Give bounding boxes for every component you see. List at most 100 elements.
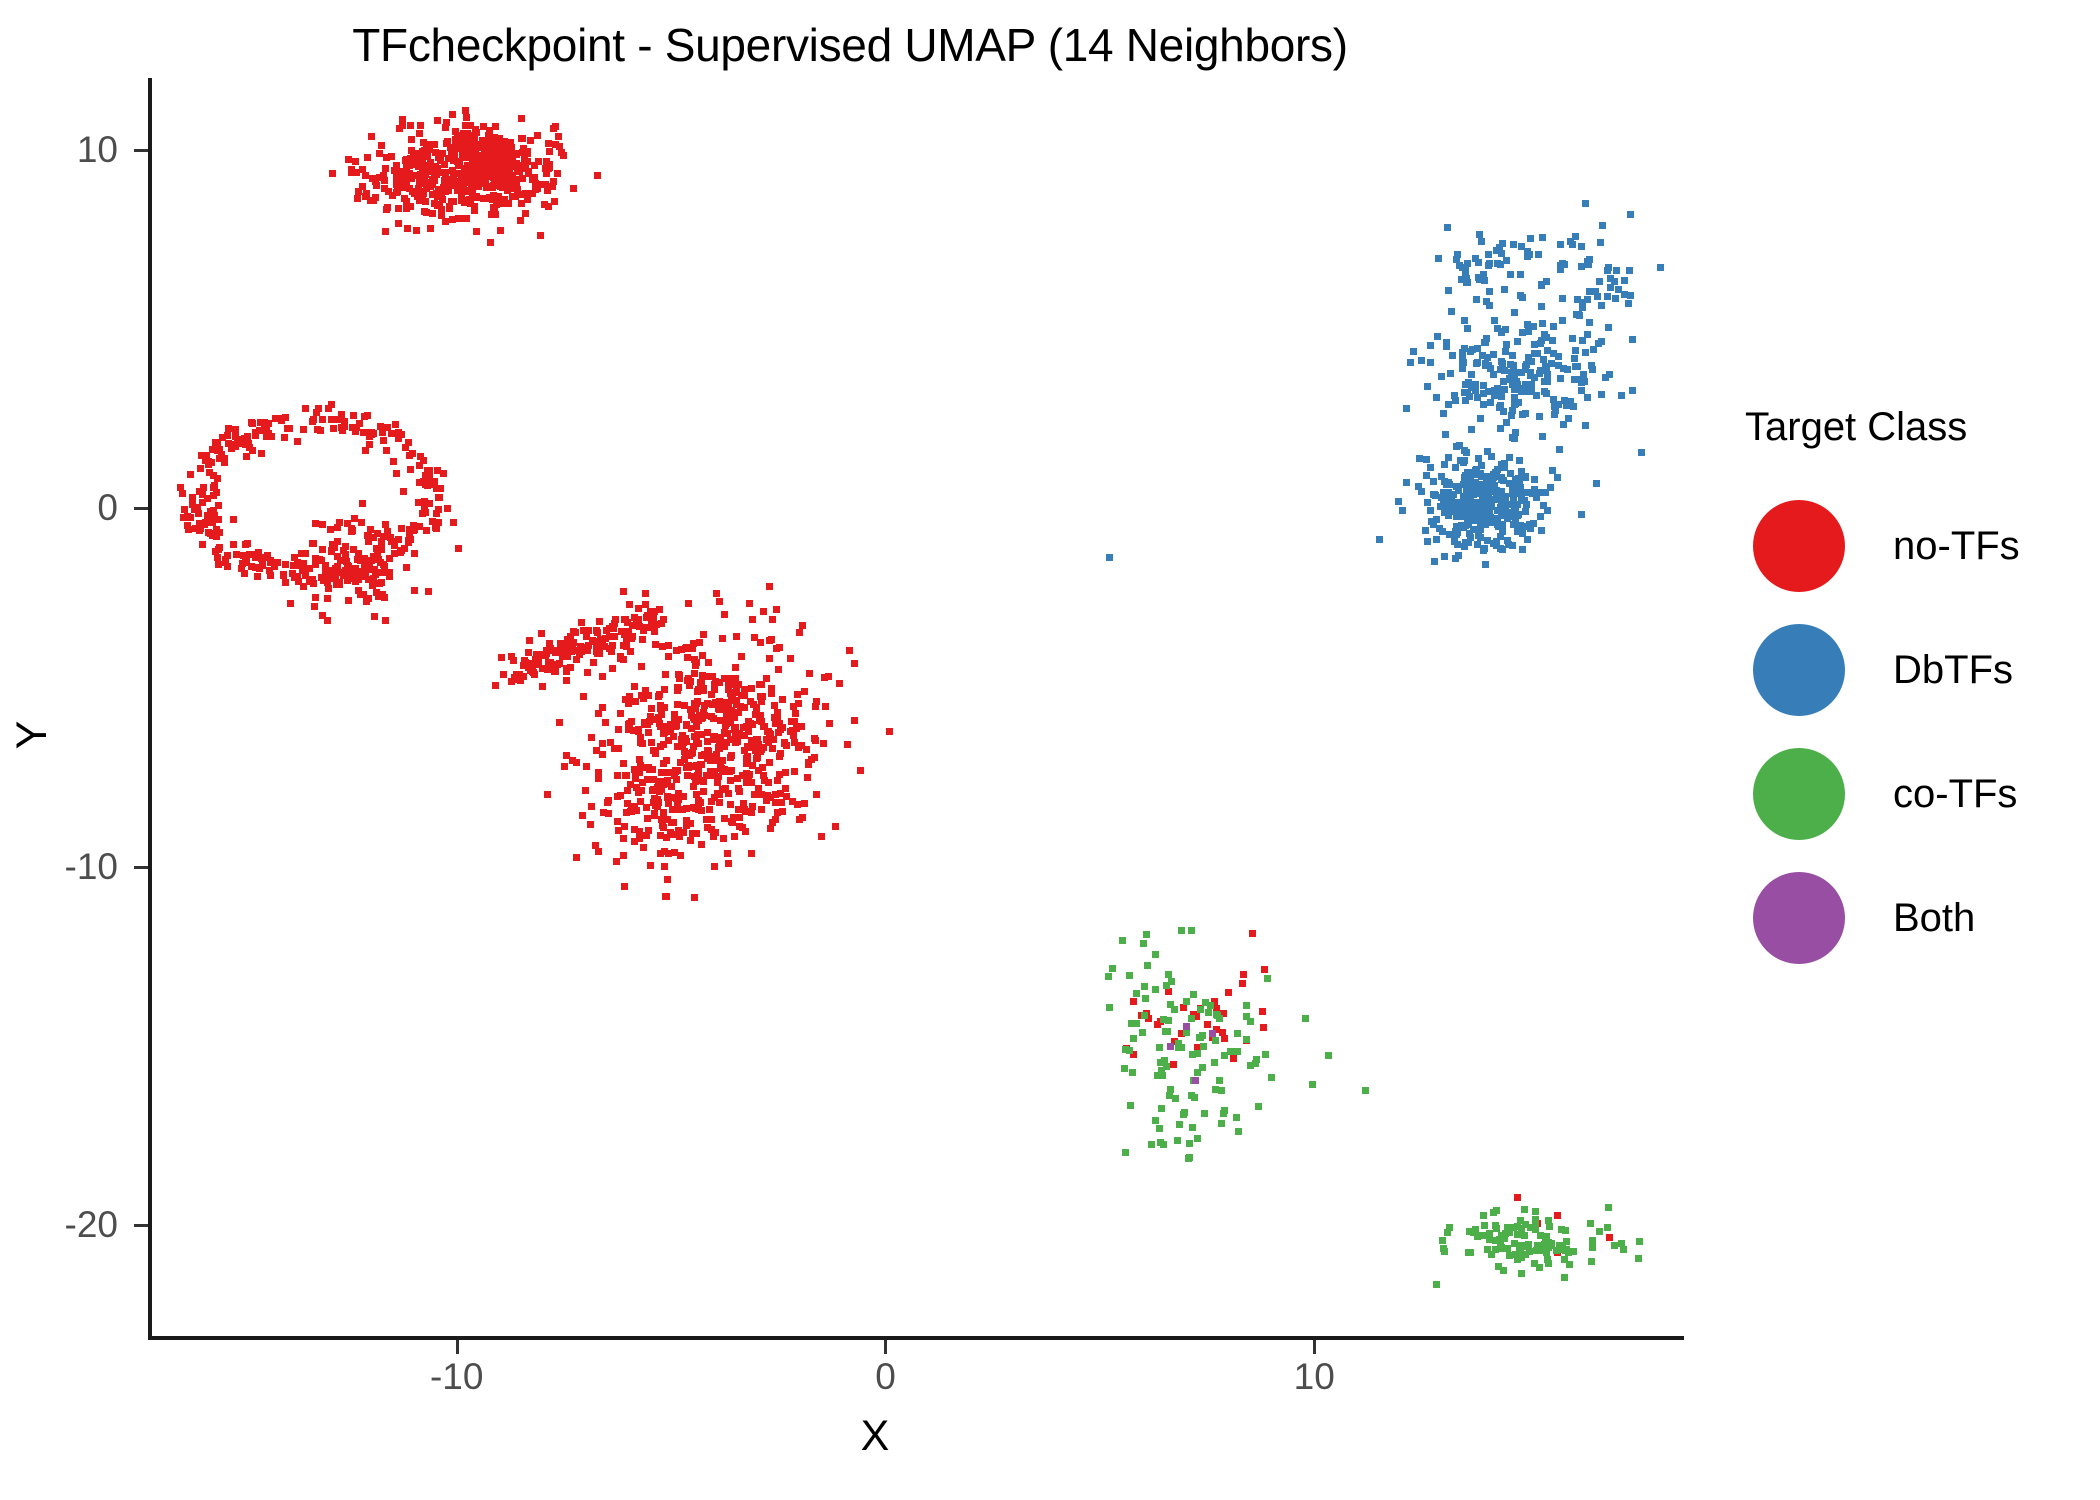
- scatter-point: [442, 123, 450, 131]
- scatter-point: [1483, 447, 1491, 455]
- scatter-point: [1603, 293, 1611, 301]
- scatter-point: [388, 152, 396, 160]
- scatter-point: [644, 728, 652, 736]
- scatter-point: [544, 164, 552, 172]
- scatter-point: [1531, 1207, 1539, 1215]
- scatter-point: [740, 799, 748, 807]
- scatter-point: [183, 513, 191, 520]
- scatter-point: [1535, 412, 1543, 420]
- scatter-point: [1488, 1251, 1496, 1259]
- scatter-point: [180, 505, 188, 513]
- scatter-point: [598, 750, 606, 758]
- scatter-point: [537, 629, 545, 637]
- scatter-point: [1155, 1125, 1163, 1133]
- scatter-point: [232, 442, 240, 450]
- scatter-point: [1164, 971, 1172, 979]
- scatter-point: [641, 589, 649, 597]
- scatter-point: [416, 129, 424, 137]
- scatter-point: [1545, 1243, 1553, 1251]
- scatter-point: [1183, 998, 1191, 1006]
- scatter-point: [759, 744, 767, 752]
- scatter-point: [647, 705, 655, 713]
- scatter-point: [1144, 961, 1152, 969]
- scatter-point: [1128, 1068, 1136, 1076]
- scatter-point: [703, 700, 711, 708]
- scatter-point: [1482, 560, 1490, 568]
- scatter-point: [497, 226, 505, 234]
- scatter-point: [544, 139, 552, 147]
- scatter-point: [1510, 520, 1518, 528]
- scatter-point: [748, 684, 756, 692]
- scatter-point: [770, 701, 778, 709]
- scatter-point: [606, 739, 614, 747]
- scatter-point: [697, 751, 705, 759]
- scatter-point: [1444, 224, 1451, 232]
- scatter-point: [479, 136, 487, 144]
- scatter-point: [400, 487, 408, 495]
- scatter-point: [1221, 1052, 1229, 1060]
- scatter-point: [733, 775, 741, 783]
- scatter-point: [1260, 965, 1268, 973]
- y-tick-mark: [134, 1224, 148, 1228]
- scatter-point: [1478, 238, 1486, 246]
- scatter-point: [639, 635, 646, 643]
- scatter-point: [434, 164, 442, 172]
- scatter-point: [413, 226, 421, 234]
- scatter-point: [398, 167, 406, 175]
- legend-item-co-tfs[interactable]: co-TFs: [1735, 732, 2065, 856]
- scatter-point: [639, 844, 647, 852]
- scatter-point: [406, 466, 414, 474]
- scatter-point: [1538, 234, 1546, 242]
- scatter-point: [218, 433, 226, 441]
- scatter-point: [613, 858, 621, 866]
- scatter-point: [595, 710, 603, 718]
- scatter-point: [705, 806, 713, 814]
- scatter-point: [541, 181, 549, 189]
- scatter-point: [224, 562, 232, 570]
- scatter-point: [1187, 926, 1195, 934]
- scatter-point: [546, 640, 554, 648]
- scatter-point: [1200, 1110, 1208, 1118]
- scatter-point: [1656, 263, 1664, 271]
- scatter-point: [732, 633, 740, 641]
- scatter-point: [693, 700, 701, 708]
- scatter-point: [460, 175, 468, 183]
- scatter-point: [1551, 410, 1559, 418]
- legend-item-both[interactable]: Both: [1735, 856, 2065, 980]
- scatter-point: [1580, 377, 1588, 385]
- scatter-point: [1118, 937, 1126, 945]
- scatter-point: [1121, 1148, 1129, 1156]
- scatter-point: [642, 623, 650, 631]
- scatter-point: [243, 453, 251, 461]
- scatter-point: [1526, 235, 1534, 243]
- scatter-point: [1480, 495, 1488, 503]
- scatter-point: [708, 673, 716, 681]
- scatter-point: [409, 521, 417, 529]
- scatter-point: [672, 767, 680, 775]
- scatter-point: [1511, 428, 1519, 436]
- legend-item-dbtfs[interactable]: DbTFs: [1735, 608, 2065, 732]
- scatter-point: [812, 790, 820, 798]
- scatter-point: [410, 153, 418, 161]
- scatter-point: [768, 616, 776, 624]
- scatter-point: [801, 687, 809, 695]
- scatter-point: [1518, 1270, 1525, 1278]
- scatter-point: [1302, 1015, 1310, 1023]
- scatter-point: [1409, 348, 1417, 356]
- scatter-point: [1264, 975, 1272, 983]
- scatter-point: [683, 822, 691, 830]
- scatter-point: [773, 808, 781, 816]
- scatter-point: [584, 646, 592, 654]
- scatter-point: [382, 227, 390, 235]
- scatter-point: [627, 634, 635, 642]
- scatter-point: [1568, 335, 1576, 343]
- scatter-point: [659, 808, 667, 816]
- scatter-point: [1544, 507, 1552, 515]
- scatter-point: [571, 628, 579, 636]
- scatter-point: [568, 648, 576, 656]
- legend-item-no-tfs[interactable]: no-TFs: [1735, 484, 2065, 608]
- scatter-point: [1523, 500, 1531, 508]
- scatter-point: [255, 564, 263, 572]
- scatter-point: [1238, 980, 1246, 988]
- scatter-point: [1521, 1232, 1529, 1240]
